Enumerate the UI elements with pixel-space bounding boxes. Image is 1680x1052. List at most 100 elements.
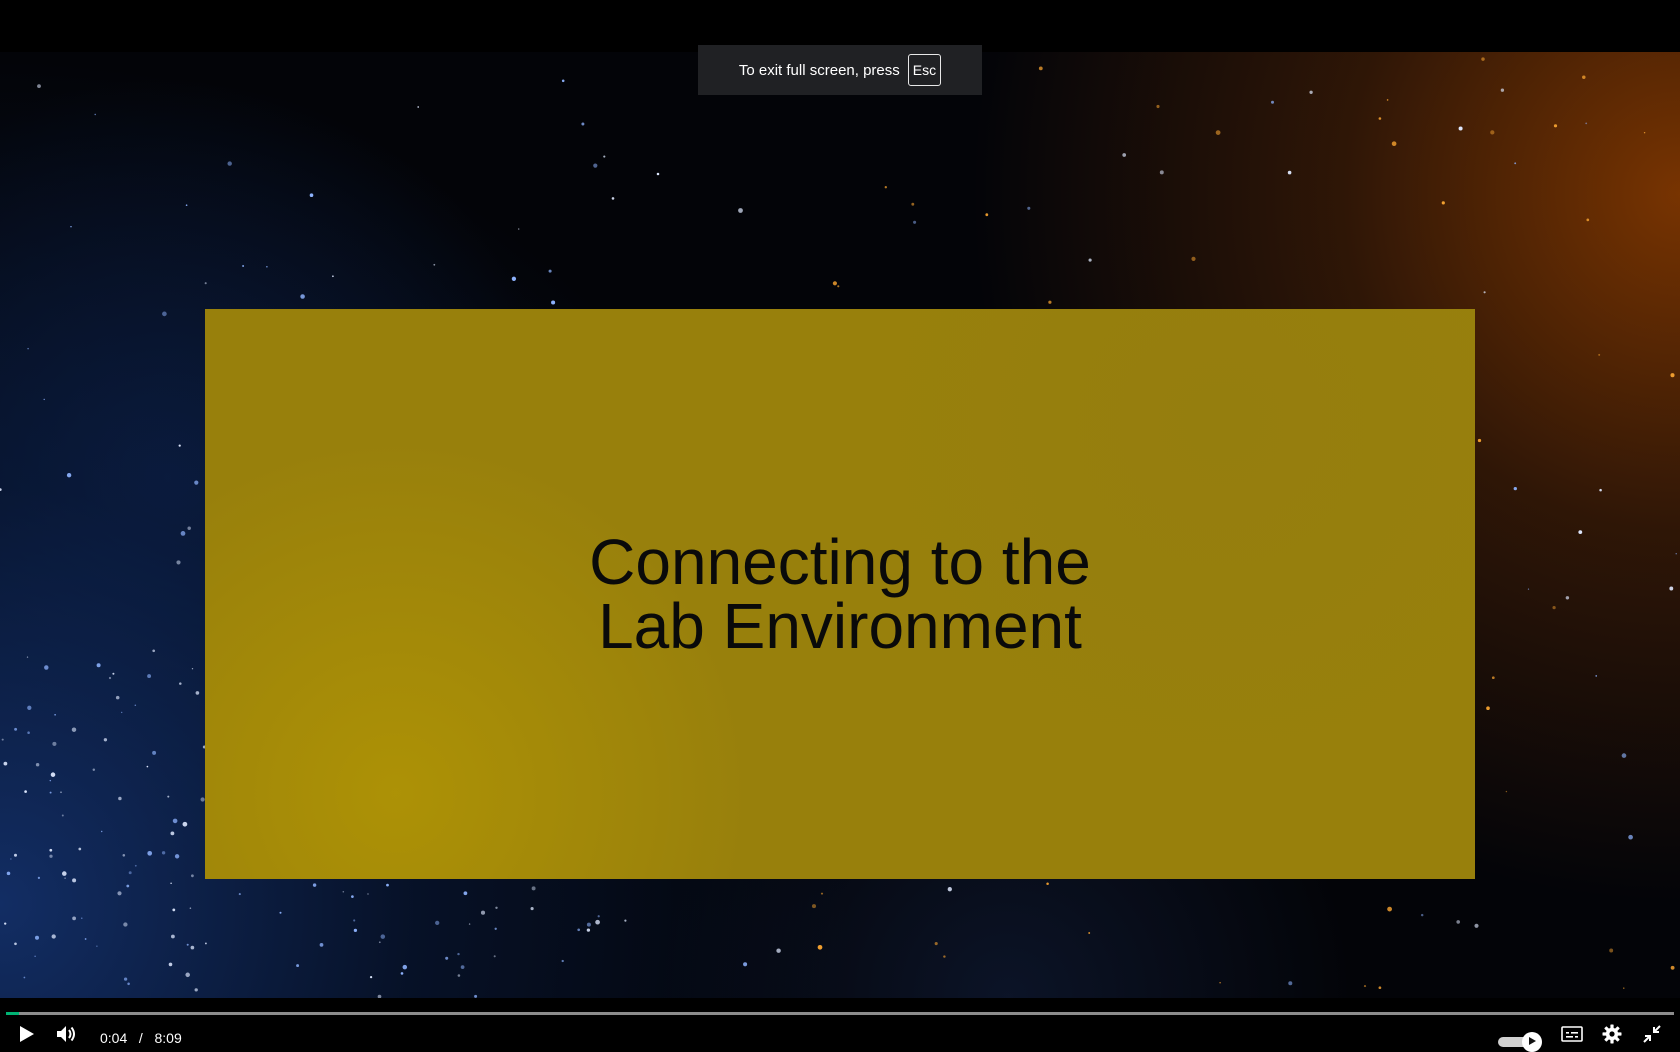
play-button[interactable]	[12, 1022, 40, 1050]
star	[1598, 353, 1601, 356]
star	[463, 891, 468, 896]
star	[1552, 605, 1556, 610]
star	[351, 895, 354, 898]
title-slide: Connecting to the Lab Environment	[205, 309, 1475, 879]
star	[60, 791, 62, 794]
star	[71, 727, 77, 732]
star	[167, 795, 170, 798]
star	[435, 920, 440, 926]
star	[445, 956, 449, 960]
star	[820, 892, 824, 895]
star	[1505, 790, 1508, 793]
star	[457, 974, 461, 977]
star	[1270, 100, 1275, 104]
star	[1458, 126, 1463, 131]
star	[913, 220, 917, 224]
star	[115, 695, 120, 700]
star	[1481, 57, 1485, 61]
star	[1513, 486, 1517, 491]
star	[72, 916, 76, 921]
star	[1, 738, 4, 741]
player-controls: 0:04 / 8:09	[0, 1008, 1680, 1052]
star	[911, 202, 915, 206]
star	[170, 831, 175, 836]
star	[266, 265, 268, 268]
progress-bar[interactable]	[6, 1012, 1674, 1015]
star	[332, 275, 334, 278]
star	[13, 853, 18, 857]
star	[1088, 258, 1092, 262]
star	[100, 830, 103, 833]
star	[190, 945, 195, 950]
volume-button[interactable]	[52, 1022, 80, 1050]
time-display: 0:04 / 8:09	[100, 1030, 182, 1046]
star	[1309, 90, 1313, 94]
star	[1500, 88, 1505, 92]
star	[96, 663, 101, 668]
star	[595, 919, 600, 925]
autoplay-play-icon	[1527, 1033, 1537, 1051]
star	[1387, 906, 1392, 912]
settings-button[interactable]	[1598, 1022, 1626, 1050]
star	[1669, 586, 1674, 591]
star	[176, 560, 181, 565]
star	[1670, 965, 1675, 970]
star	[117, 891, 122, 896]
star	[1477, 438, 1482, 443]
star	[147, 674, 152, 679]
star	[34, 935, 40, 940]
star	[170, 882, 172, 885]
star	[23, 976, 26, 979]
star	[10, 858, 12, 860]
star	[837, 285, 840, 288]
star	[170, 934, 175, 939]
star	[400, 972, 404, 975]
star	[1514, 162, 1517, 165]
star	[127, 982, 130, 986]
star	[380, 934, 386, 939]
star	[1474, 923, 1479, 928]
star	[1586, 218, 1590, 222]
star	[174, 854, 180, 859]
star	[1287, 170, 1292, 175]
star	[468, 923, 471, 925]
star	[185, 972, 190, 978]
star	[561, 959, 564, 963]
captions-button[interactable]	[1558, 1022, 1586, 1050]
star	[37, 84, 41, 89]
star	[457, 952, 460, 956]
star	[6, 871, 11, 876]
autoplay-toggle[interactable]	[1498, 1032, 1542, 1052]
star	[1643, 131, 1646, 134]
star	[118, 796, 122, 801]
exit-fullscreen-button[interactable]	[1638, 1022, 1666, 1050]
star	[1046, 882, 1049, 886]
star	[1565, 596, 1570, 600]
star	[494, 927, 497, 930]
star	[369, 975, 373, 979]
star	[884, 186, 887, 189]
star	[1088, 932, 1091, 934]
star	[611, 197, 615, 200]
star	[1288, 981, 1293, 986]
star	[185, 204, 188, 207]
star	[194, 988, 198, 992]
star	[27, 705, 32, 710]
star	[1038, 66, 1043, 71]
star	[433, 263, 436, 266]
star	[1483, 291, 1486, 294]
video-frame[interactable]: Connecting to the Lab Environment	[0, 52, 1680, 998]
star	[37, 876, 41, 880]
star	[551, 300, 556, 305]
star	[0, 488, 2, 491]
star	[1363, 985, 1367, 988]
star	[1578, 530, 1583, 535]
star	[1048, 300, 1052, 304]
star	[1159, 170, 1164, 175]
star	[191, 874, 194, 878]
star	[178, 444, 181, 447]
star	[152, 649, 156, 653]
star	[300, 294, 305, 299]
star	[1191, 256, 1196, 261]
star	[49, 779, 52, 782]
